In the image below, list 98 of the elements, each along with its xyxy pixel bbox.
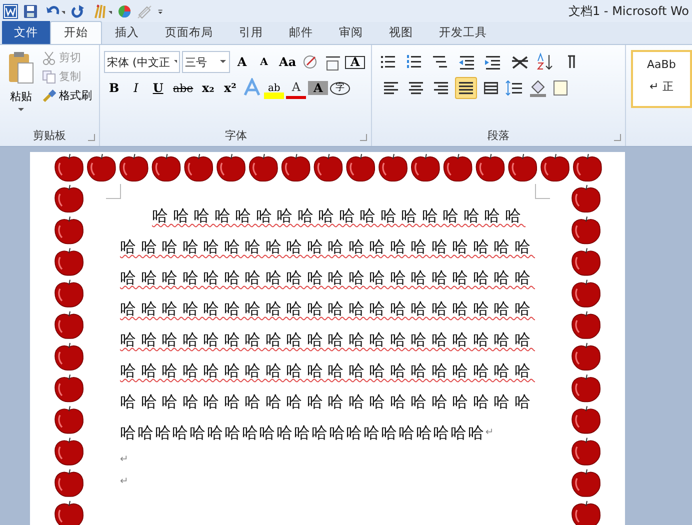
ribbon-tab[interactable]: 插入 (102, 22, 152, 44)
save-icon[interactable] (23, 4, 38, 18)
apple-icon (54, 406, 84, 434)
apple-icon (119, 154, 148, 182)
group-label: 段落 (486, 128, 511, 144)
subscript-button[interactable]: x₂ (198, 77, 218, 99)
ribbon-tab[interactable]: 开始 (50, 21, 102, 44)
body-text-line: 哈哈哈哈哈哈哈哈哈哈哈哈哈哈哈哈哈哈哈哈 (120, 267, 535, 290)
apple-icon (216, 154, 246, 182)
italic-button[interactable]: I (126, 77, 146, 99)
redo-icon[interactable] (70, 4, 85, 18)
change-case-button[interactable]: Aa (276, 51, 300, 73)
caret-icon (18, 108, 24, 112)
body-text-line: 哈哈哈哈哈哈哈哈哈哈哈哈哈哈哈哈哈哈哈哈 (120, 298, 535, 320)
ribbon-tab[interactable]: 页面布局 (152, 22, 226, 44)
paragraph-mark: ↵ (120, 476, 128, 487)
underline-button[interactable]: U (148, 77, 168, 99)
apple-icon (572, 500, 600, 525)
alignment-icon (384, 82, 398, 94)
apple-icon (572, 279, 600, 308)
ribbon-tab[interactable]: 引用 (226, 22, 276, 44)
apple-icon (572, 184, 600, 212)
apple-icon (54, 310, 84, 339)
apple-icon (314, 154, 343, 182)
apple-icon (54, 248, 84, 276)
body-text-line: 哈哈哈哈哈哈哈哈哈哈哈哈哈哈哈哈哈哈 (152, 205, 526, 228)
group-label: 字体 (224, 128, 248, 144)
caret-icon (220, 60, 228, 64)
character-border-button[interactable]: A (345, 56, 366, 68)
apple-icon (152, 154, 181, 182)
character-shading-button[interactable]: A (308, 81, 328, 95)
alignment-icon (434, 82, 448, 94)
apple-icon (87, 154, 116, 182)
font-name-field[interactable]: 宋体 (中文正 (104, 51, 180, 73)
ribbon-tab[interactable]: 视图 (376, 22, 426, 44)
apple-icon (281, 154, 310, 182)
apple-icon (508, 154, 538, 182)
paragraph-mark: ↵ (120, 454, 128, 465)
apple-icon (540, 154, 570, 182)
body-text-line: 哈哈哈哈哈哈哈哈哈哈哈哈哈哈哈哈哈哈哈哈 (120, 236, 535, 258)
color-wheel-icon[interactable] (117, 4, 132, 18)
paragraph-mark: ↵ (485, 426, 494, 440)
ribbon-tab[interactable]: 邮件 (276, 22, 326, 44)
superscript-button[interactable]: x² (220, 77, 240, 99)
apple-icon (572, 248, 600, 276)
copy-icon (42, 70, 56, 84)
apple-icon (443, 154, 472, 182)
alignment-icon (409, 82, 424, 94)
apple-icon (54, 279, 84, 308)
ribbon-tab[interactable]: 文件 (2, 21, 50, 44)
apple-icon (572, 468, 600, 497)
ribbon-tab[interactable]: 开发工具 (426, 22, 500, 44)
apple-icon (572, 216, 600, 244)
apple-icon (346, 154, 376, 182)
apple-icon (54, 500, 84, 525)
ribbon-tab[interactable]: 审阅 (326, 22, 376, 44)
body-text-line: 哈哈哈哈哈哈哈哈哈哈哈哈哈哈哈哈哈哈哈哈哈 (120, 422, 486, 444)
grow-font-button[interactable]: A (232, 51, 252, 73)
scissors-icon (42, 50, 56, 64)
apple-icon (249, 154, 278, 182)
body-text-line: 哈哈哈哈哈哈哈哈哈哈哈哈哈哈哈哈哈哈哈哈 (120, 329, 535, 352)
align-button[interactable] (455, 77, 478, 99)
window-title: 文档1 - Microsoft Wo (568, 2, 689, 20)
apple-icon (572, 437, 600, 466)
group-label: 剪贴板 (32, 128, 68, 144)
apple-icon (572, 310, 600, 339)
apple-icon (54, 374, 84, 402)
apple-icon (54, 184, 84, 212)
paint-bucket-icon[interactable] (528, 78, 548, 98)
format-painter-button[interactable]: 格式刷 (40, 87, 94, 104)
apple-icon (54, 468, 84, 497)
paste-button[interactable]: 粘贴 (4, 49, 38, 124)
body-text-line: 哈哈哈哈哈哈哈哈哈哈哈哈哈哈哈哈哈哈哈哈 (120, 391, 535, 414)
clipboard-icon (8, 51, 34, 85)
apple-icon (573, 154, 602, 182)
apple-icon (54, 216, 84, 244)
apple-icon (572, 406, 600, 434)
caret-icon (174, 60, 178, 64)
body-text-line: 哈哈哈哈哈哈哈哈哈哈哈哈哈哈哈哈哈哈哈哈 (120, 360, 535, 382)
shrink-font-button[interactable]: A (254, 51, 274, 73)
alignment-icon (459, 82, 474, 94)
apple-icon (378, 154, 408, 182)
apple-icon (572, 374, 600, 402)
alignment-icon (484, 82, 498, 94)
word-logo-icon[interactable] (3, 4, 18, 18)
apple-icon (572, 342, 600, 370)
bold-button[interactable]: B (104, 77, 124, 99)
font-size-field[interactable]: 三号 (182, 51, 230, 73)
apple-icon (184, 154, 214, 182)
strikethrough-button[interactable]: abe (170, 77, 196, 99)
apple-icon (54, 437, 84, 466)
enclose-characters-button[interactable]: 字 (330, 82, 350, 94)
apple-icon (54, 154, 84, 182)
apple-icon (411, 154, 440, 182)
paintbrush-icon (42, 88, 56, 102)
apple-icon (476, 154, 505, 182)
apple-icon (54, 342, 84, 370)
style-preview[interactable]: AaBb ↵ 正 (630, 50, 692, 108)
